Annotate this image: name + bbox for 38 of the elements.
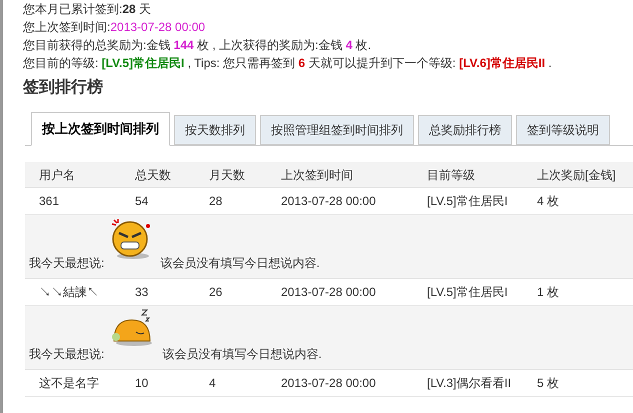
table-cell-text: 26 bbox=[209, 284, 224, 301]
table-cell-text: ↘↘結諫↖ bbox=[38, 284, 100, 301]
table-cell-text: [LV.5]常住居民I bbox=[427, 193, 509, 210]
tab[interactable]: 按上次签到时间排列 bbox=[31, 112, 170, 146]
table-cell-text: 这不是名字 bbox=[38, 375, 100, 392]
summary-line: 您上次签到时间:2013-07-28 00:00 bbox=[23, 19, 206, 36]
column-header: 总天数 bbox=[135, 166, 172, 184]
table-cell-text: 28 bbox=[209, 193, 224, 210]
table-cell-text: [LV.3]偶尔看看II bbox=[427, 375, 512, 392]
section-heading: 签到排行榜 bbox=[22, 77, 104, 98]
table-cell-text: 54 bbox=[135, 193, 150, 210]
table-cell-text: [LV.5]常住居民I bbox=[427, 284, 509, 301]
summary-line: 您目前的等级: [LV.5]常住居民I , Tips: 您只需再签到 6 天就可以提升到下一个等级: [LV.6]常住居民II . bbox=[23, 55, 553, 72]
column-header: 上次签到时间 bbox=[281, 166, 354, 184]
table-cell-text: 2013-07-28 00:00 bbox=[281, 193, 377, 210]
column-header: 月天数 bbox=[209, 166, 246, 184]
message-label: 我今天最想说: bbox=[29, 255, 104, 272]
message-label: 我今天最想说: bbox=[29, 346, 104, 363]
summary-line: 您目前获得的总奖励为:金钱 144 枚 , 上次获得的奖励为:金钱 4 枚. bbox=[23, 37, 372, 54]
column-header: 用户名 bbox=[38, 166, 76, 184]
message-text: 该会员没有填写今日想说内容. bbox=[160, 255, 320, 272]
tab[interactable]: 签到等级说明 bbox=[516, 115, 610, 145]
column-header: 上次奖励[金钱] bbox=[537, 166, 617, 184]
tab[interactable]: 总奖励排行榜 bbox=[418, 115, 512, 145]
table-cell-text: 2013-07-28 00:00 bbox=[281, 375, 377, 392]
tab[interactable]: 按天数排列 bbox=[174, 115, 256, 145]
table-cell-text: 33 bbox=[135, 284, 150, 301]
table-cell-text: 1 枚 bbox=[537, 284, 560, 301]
message-text: 该会员没有填写今日想说内容. bbox=[162, 346, 322, 363]
tab[interactable]: 按照管理组签到时间排列 bbox=[260, 115, 414, 145]
table-cell-text: 4 枚 bbox=[537, 193, 560, 210]
table-cell-text: 10 bbox=[135, 375, 150, 392]
table-cell-text: 4 bbox=[209, 375, 217, 392]
table-cell-text: 5 枚 bbox=[537, 375, 560, 392]
column-header: 目前等级 bbox=[427, 166, 476, 184]
table-cell-text: 2013-07-28 00:00 bbox=[281, 284, 377, 301]
summary-line: 您本月已累计签到:28 天 bbox=[23, 1, 152, 18]
table-cell-text: 361 bbox=[38, 193, 60, 210]
